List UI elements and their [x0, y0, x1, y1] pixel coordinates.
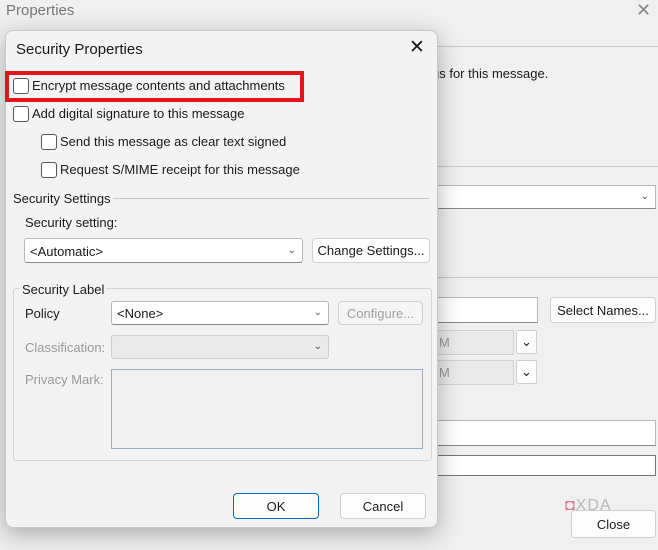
encrypt-checkbox[interactable] — [13, 78, 29, 94]
window-close-icon[interactable]: ✕ — [636, 0, 651, 21]
ok-button[interactable]: OK — [233, 493, 319, 519]
cancel-button[interactable]: Cancel — [340, 493, 426, 519]
privacy-mark-label: Privacy Mark: — [25, 372, 104, 387]
chevron-down-icon: ⌄ — [640, 190, 649, 202]
smime-receipt-label[interactable]: Request S/MIME receipt for this message — [60, 162, 300, 177]
background-input[interactable] — [436, 455, 656, 476]
security-setting-select[interactable]: <Automatic> ⌄ — [24, 238, 303, 263]
security-settings-group-label: Security Settings — [11, 191, 113, 206]
description-text: gs for this message. — [432, 66, 549, 81]
policy-label: Policy — [25, 306, 60, 321]
chevron-down-icon: ⌄ — [287, 244, 296, 256]
xda-watermark: ◘XDA — [565, 497, 612, 514]
change-settings-button[interactable]: Change Settings... — [312, 238, 430, 263]
policy-value: <None> — [117, 306, 164, 321]
chevron-down-icon: ⌄ — [516, 360, 537, 384]
classification-select: ⌄ — [111, 335, 329, 359]
select-names-button[interactable]: Select Names... — [550, 297, 656, 323]
divider — [106, 198, 429, 199]
clear-text-label[interactable]: Send this message as clear text signed — [60, 134, 286, 149]
digital-signature-label[interactable]: Add digital signature to this message — [32, 106, 244, 121]
chevron-down-icon: ⌄ — [313, 340, 322, 352]
policy-select[interactable]: <None> ⌄ — [111, 301, 329, 325]
security-properties-dialog: Security Properties ✕ Encrypt message co… — [5, 30, 438, 528]
divider — [438, 277, 658, 278]
dialog-title: Security Properties — [16, 41, 143, 58]
security-setting-label: Security setting: — [25, 215, 118, 230]
clear-text-checkbox[interactable] — [41, 134, 57, 150]
smime-receipt-checkbox[interactable] — [41, 162, 57, 178]
divider — [438, 46, 658, 47]
privacy-mark-textarea — [111, 369, 423, 449]
disabled-date-field: M — [436, 360, 514, 385]
background-input[interactable] — [436, 420, 656, 446]
close-icon[interactable]: ✕ — [409, 36, 425, 59]
divider — [438, 166, 658, 167]
security-label-group-label: Security Label — [20, 282, 107, 297]
classification-label: Classification: — [25, 340, 106, 355]
background-select[interactable]: ⌄ — [436, 185, 656, 209]
chevron-down-icon: ⌄ — [516, 330, 537, 354]
chevron-down-icon: ⌄ — [313, 306, 322, 318]
disabled-date-field: M — [436, 330, 514, 355]
security-setting-value: <Automatic> — [30, 244, 103, 259]
encrypt-label[interactable]: Encrypt message contents and attachments — [32, 78, 285, 93]
window-title: Properties — [6, 2, 75, 19]
digital-signature-checkbox[interactable] — [13, 106, 29, 122]
configure-button: Configure... — [338, 301, 423, 325]
names-input[interactable] — [436, 297, 538, 323]
